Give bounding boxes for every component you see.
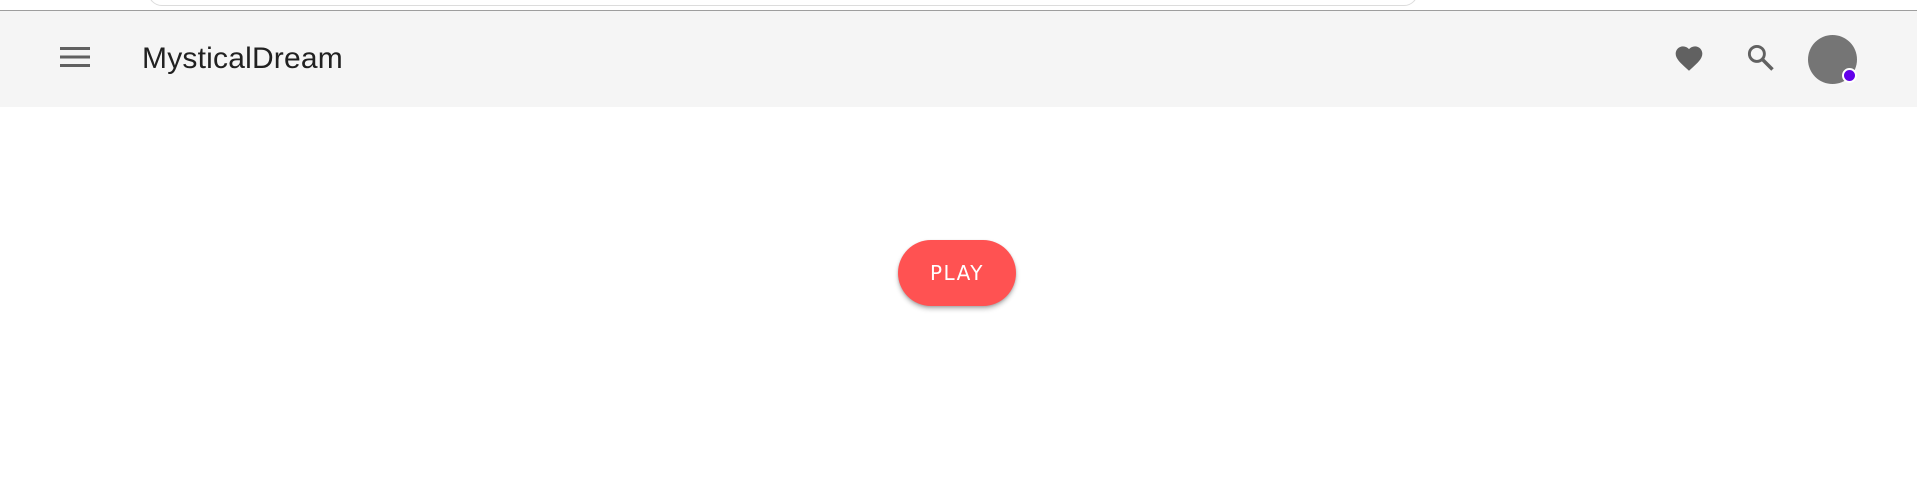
online-status-dot <box>1842 68 1857 83</box>
app-bar: MysticalDream <box>0 11 1917 107</box>
favorites-button[interactable] <box>1669 39 1709 79</box>
menu-button[interactable] <box>55 44 95 74</box>
heart-icon <box>1673 42 1705 77</box>
search-button[interactable] <box>1740 39 1780 79</box>
hamburger-menu-icon <box>60 46 90 73</box>
app-title: MysticalDream <box>142 42 343 75</box>
play-button[interactable]: PLAY <box>898 240 1016 306</box>
browser-chrome-edge <box>0 0 1917 11</box>
address-bar-edge <box>148 0 1418 6</box>
search-icon <box>1745 42 1775 77</box>
user-avatar[interactable] <box>1808 35 1857 84</box>
